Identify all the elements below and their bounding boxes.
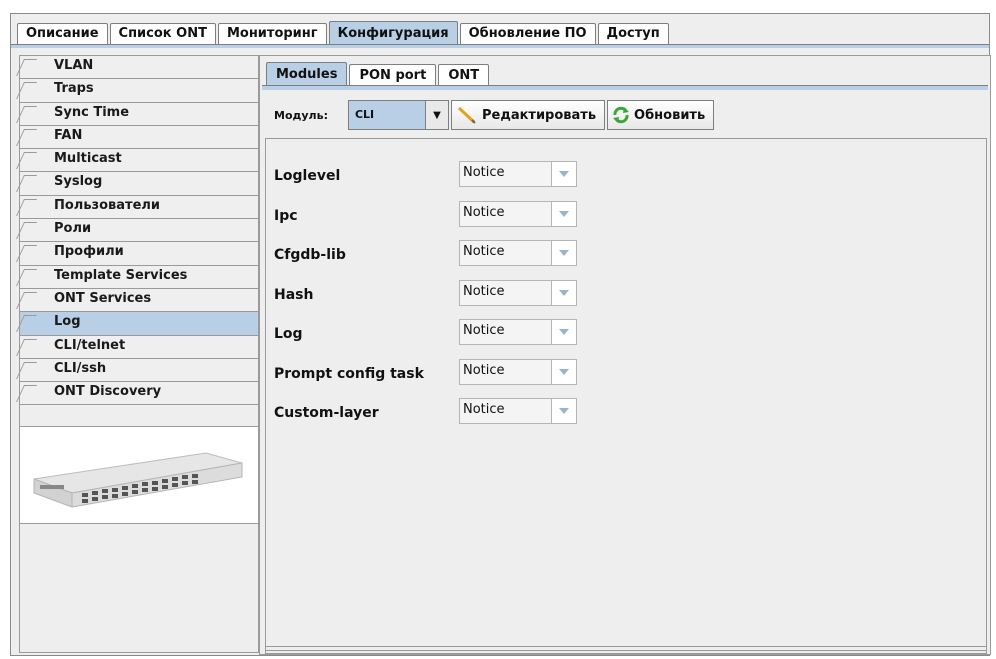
custom-layer-select[interactable]: Notice <box>459 398 577 424</box>
tab-monitoring[interactable]: Мониторинг <box>217 23 327 44</box>
config-sidebar: VLAN Traps Sync Time FAN Multicast Syslo… <box>19 55 259 653</box>
setting-label: Hash <box>274 287 314 303</box>
select-value: Notice <box>460 320 552 344</box>
sidebar-item-log[interactable]: Log <box>20 312 258 336</box>
cfgdb-lib-select[interactable]: Notice <box>459 240 577 266</box>
sidebar-item-vlan[interactable]: VLAN <box>20 56 258 80</box>
setting-row-prompt-config-task: Prompt config task Notice <box>274 359 577 385</box>
sidebar-item-cli-telnet[interactable]: CLI/telnet <box>20 335 258 359</box>
refresh-icon <box>613 106 630 124</box>
pencil-icon <box>457 106 476 124</box>
setting-label: Loglevel <box>274 168 341 184</box>
module-select[interactable]: CLI ▼ <box>347 100 449 130</box>
chevron-down-icon[interactable] <box>552 399 576 423</box>
app-window: Описание Список ONT Мониторинг Конфигура… <box>10 13 991 656</box>
tab-underline <box>11 44 989 48</box>
sidebar-item-syslog[interactable]: Syslog <box>20 172 258 196</box>
select-value: Notice <box>460 241 552 265</box>
setting-row-cfgdb-lib: Cfgdb-lib Notice <box>274 240 577 266</box>
tab-firmware-update[interactable]: Обновление ПО <box>459 23 596 44</box>
chevron-down-icon[interactable] <box>552 281 576 305</box>
setting-label: Log <box>274 326 303 342</box>
sidebar-item-roles[interactable]: Роли <box>20 219 258 243</box>
chevron-down-icon[interactable] <box>552 360 576 384</box>
loglevel-select[interactable]: Notice <box>459 161 577 187</box>
sidebar-item-users[interactable]: Пользователи <box>20 195 258 220</box>
setting-row-hash: Hash Notice <box>274 280 577 306</box>
chevron-down-icon[interactable] <box>552 241 576 265</box>
setting-row-ipc: Ipc Notice <box>274 201 577 227</box>
sidebar-item-fan[interactable]: FAN <box>20 125 258 150</box>
module-toolbar: Модуль: CLI ▼ Редактировать Обновить <box>266 98 715 132</box>
select-value: Notice <box>460 281 552 305</box>
sidebar-item-ont-discovery[interactable]: ONT Discovery <box>20 382 258 406</box>
hash-select[interactable]: Notice <box>459 280 577 306</box>
tab-pon-port[interactable]: PON port <box>349 64 437 86</box>
setting-label: Cfgdb-lib <box>274 247 346 263</box>
content-bottom-edge <box>266 646 986 651</box>
sidebar-item-cli-ssh[interactable]: CLI/ssh <box>20 358 258 383</box>
sub-tab-underline <box>262 85 988 90</box>
setting-label: Ipc <box>274 208 298 224</box>
sub-tab-bar: Modules PON port ONT <box>266 62 491 86</box>
select-value: Notice <box>460 162 552 186</box>
chevron-down-icon[interactable]: ▼ <box>424 101 448 129</box>
tab-ont[interactable]: ONT <box>438 64 490 86</box>
log-select[interactable]: Notice <box>459 319 577 345</box>
chevron-down-icon[interactable] <box>552 202 576 226</box>
sidebar-item-profiles[interactable]: Профили <box>20 242 258 266</box>
device-image-panel <box>20 426 258 524</box>
tab-configuration[interactable]: Конфигурация <box>328 21 458 44</box>
sidebar-item-ont-services[interactable]: ONT Services <box>20 288 258 313</box>
setting-label: Custom-layer <box>274 405 379 421</box>
tab-access[interactable]: Доступ <box>597 23 669 44</box>
select-value: Notice <box>460 202 552 226</box>
select-value: Notice <box>460 399 552 423</box>
tab-ont-list[interactable]: Список ONT <box>109 23 216 44</box>
module-select-value: CLI <box>348 101 425 129</box>
sidebar-item-multicast[interactable]: Multicast <box>20 149 258 173</box>
olt-device-image <box>33 452 243 508</box>
setting-row-log: Log Notice <box>274 319 577 345</box>
tab-modules[interactable]: Modules <box>266 62 348 86</box>
refresh-button[interactable]: Обновить <box>607 100 715 130</box>
refresh-button-label: Обновить <box>634 107 706 123</box>
chevron-down-icon[interactable] <box>552 162 576 186</box>
chevron-down-icon[interactable] <box>552 320 576 344</box>
edit-button-label: Редактировать <box>481 107 597 123</box>
tab-description[interactable]: Описание <box>17 23 108 44</box>
module-settings-area: Loglevel Notice Ipc Notice Cfgdb-lib Not… <box>265 138 987 654</box>
sidebar-item-template-services[interactable]: Template Services <box>20 265 258 289</box>
setting-label: Prompt config task <box>274 366 424 382</box>
select-value: Notice <box>460 360 552 384</box>
top-tab-bar: Описание Список ONT Мониторинг Конфигура… <box>17 21 671 45</box>
sidebar-item-traps[interactable]: Traps <box>20 79 258 103</box>
edit-button[interactable]: Редактировать <box>450 100 606 130</box>
module-label: Модуль: <box>274 108 328 122</box>
config-panel: Modules PON port ONT Модуль: CLI ▼ Редак… <box>259 55 991 655</box>
setting-row-custom-layer: Custom-layer Notice <box>274 398 577 424</box>
ipc-select[interactable]: Notice <box>459 201 577 227</box>
prompt-config-task-select[interactable]: Notice <box>459 359 577 385</box>
setting-row-loglevel: Loglevel Notice <box>274 161 577 187</box>
sidebar-item-sync-time[interactable]: Sync Time <box>20 102 258 126</box>
